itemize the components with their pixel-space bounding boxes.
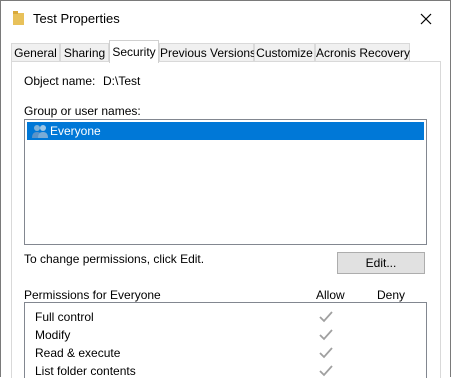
tab-sharing[interactable]: Sharing (60, 43, 109, 62)
edit-button[interactable]: Edit... (337, 252, 425, 274)
change-permissions-hint: To change permissions, click Edit. (24, 252, 205, 266)
user-name: Everyone (50, 124, 101, 138)
tab-customize[interactable]: Customize (254, 43, 315, 62)
permissions-list: Full control Modify Read & execute List … (24, 302, 427, 378)
tab-previous-versions[interactable]: Previous Versions (159, 43, 256, 62)
group-user-names-label: Group or user names: (24, 104, 141, 118)
properties-dialog: Test Properties General Sharing Security… (0, 0, 451, 378)
object-name-label: Object name: (24, 74, 96, 88)
permission-name: Read & execute (35, 346, 121, 360)
permission-name: Full control (35, 310, 94, 324)
permissions-header: Permissions for Everyone (24, 288, 161, 302)
folder-icon (13, 11, 24, 25)
allow-check-icon (319, 329, 333, 341)
list-item[interactable]: Everyone (27, 122, 424, 140)
tab-security[interactable]: Security (109, 40, 159, 63)
users-listbox[interactable]: Everyone (24, 119, 427, 245)
permission-name: List folder contents (35, 364, 136, 378)
permission-name: Modify (35, 328, 71, 342)
tab-general[interactable]: General (11, 43, 60, 62)
users-icon (32, 125, 48, 138)
close-button[interactable] (410, 7, 442, 31)
permission-row: Modify (35, 328, 425, 346)
close-icon (420, 13, 432, 25)
tab-acronis-recovery[interactable]: Acronis Recovery (315, 43, 410, 62)
title-bar[interactable]: Test Properties (1, 1, 450, 37)
allow-check-icon (319, 347, 333, 359)
permission-row: Read & execute (35, 346, 425, 364)
allow-check-icon (319, 311, 333, 323)
allow-column-header: Allow (316, 288, 345, 302)
window-title: Test Properties (33, 11, 120, 26)
permission-row: List folder contents (35, 364, 425, 382)
object-name-value: D:\Test (103, 74, 141, 88)
deny-column-header: Deny (377, 288, 406, 302)
permission-row: Full control (35, 310, 425, 328)
